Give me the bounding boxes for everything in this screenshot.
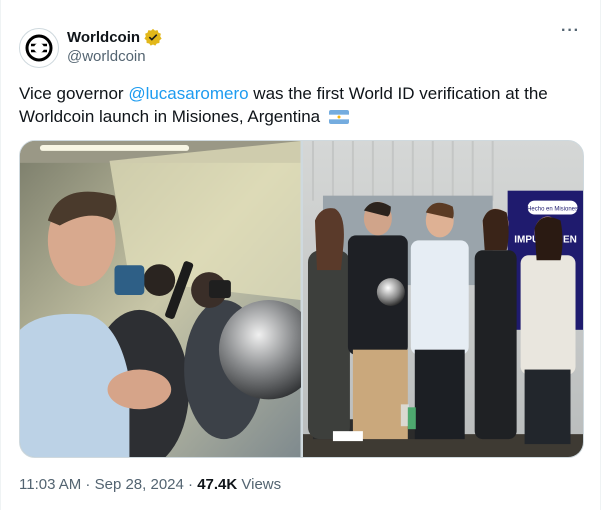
meta-separator: · (183, 476, 198, 493)
tweet-text-before: Vice governor (19, 84, 129, 103)
photo-left[interactable] (20, 141, 301, 457)
tweet-card: Worldcoin @worldcoin ··· Vice governor @… (0, 0, 601, 510)
photo-left-illustration (20, 141, 301, 457)
worldcoin-logo-icon (25, 34, 53, 62)
author-name-row: Worldcoin (67, 28, 162, 46)
verified-badge-icon[interactable] (144, 28, 162, 46)
tweet-text: Vice governor @lucasaromero was the firs… (19, 82, 584, 128)
meta-separator: · (81, 476, 95, 493)
more-options-icon[interactable]: ··· (561, 22, 580, 40)
photo-right[interactable]: Hecho en Misiones IMPULS MEN (302, 141, 583, 457)
argentina-flag-icon (328, 110, 349, 124)
views-count[interactable]: 47.4K (197, 476, 237, 493)
author-handle[interactable]: @worldcoin (67, 48, 146, 65)
mention-link[interactable]: @lucasaromero (128, 84, 248, 103)
worldcoin-avatar[interactable] (19, 28, 59, 68)
views-label: Views (237, 476, 282, 493)
tweet-media: Hecho en Misiones IMPULS MEN (19, 140, 584, 458)
timestamp-date[interactable]: Sep 28, 2024 (95, 476, 184, 493)
photo-right-illustration: Hecho en Misiones IMPULS MEN (302, 141, 583, 457)
tweet-meta: 11:03 AM · Sep 28, 2024 · 47.4K Views (19, 476, 281, 493)
author-name[interactable]: Worldcoin (67, 29, 140, 46)
timestamp-time[interactable]: 11:03 AM (19, 476, 81, 493)
banner-text: Hecho en Misiones (527, 207, 578, 213)
